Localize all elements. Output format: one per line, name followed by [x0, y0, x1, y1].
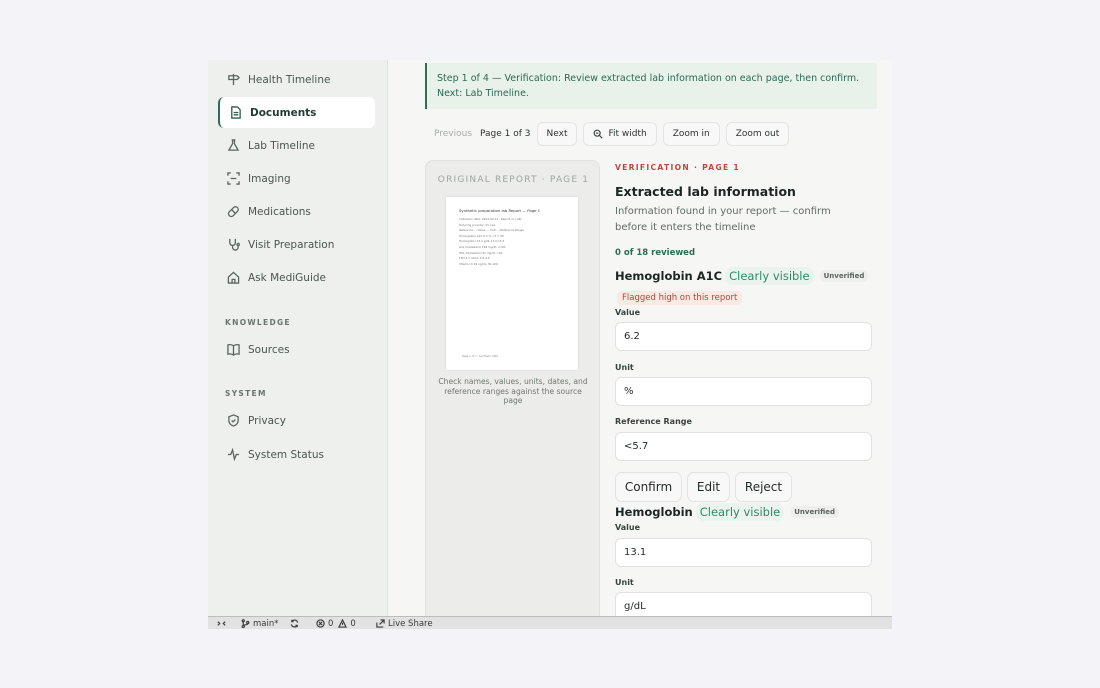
lab-item-header: Hemoglobin A1C Clearly visible Unverifie…: [615, 267, 869, 285]
sidebar-item-label: Imaging: [248, 172, 291, 185]
unit-field[interactable]: %: [615, 377, 872, 406]
zoom-in-button[interactable]: Zoom in: [662, 122, 720, 146]
edit-label: Edit: [696, 480, 721, 494]
step-banner: Step 1 of 4 — Verification: Review extra…: [425, 63, 877, 109]
status-badge: Unverified: [819, 270, 869, 282]
sync-icon[interactable]: [290, 617, 302, 629]
section-label-knowledge: KNOWLEDGE: [225, 318, 291, 327]
paper-footer: Page 1 of 3 · Synthetic data: [462, 355, 498, 358]
report-page-thumbnail[interactable]: Synthetic preparation lab Report — Page …: [446, 197, 578, 370]
verification-panel: VERIFICATION · PAGE 1 Extracted lab info…: [615, 160, 885, 621]
sidebar-item-medications[interactable]: Medications: [218, 196, 375, 227]
paper-line: Vitamin D 24 ng/mL 30-100: [459, 261, 498, 266]
clarity-badge: Clearly visible: [725, 267, 814, 285]
fit-width-button[interactable]: Fit width: [583, 122, 657, 146]
next-page-button[interactable]: Next: [536, 122, 578, 146]
app-window: Health Timeline Documents Lab Timeline I…: [208, 60, 892, 629]
reject-label: Reject: [744, 480, 783, 494]
pill-icon: [227, 205, 240, 218]
status-bar: main* 0 0 Live Share: [208, 616, 892, 629]
range-label: Reference Range: [615, 417, 692, 426]
zoom-out-button[interactable]: Zoom out: [725, 122, 790, 146]
next-label: Next: [546, 129, 568, 139]
unit-label: Unit: [615, 363, 634, 372]
sidebar-item-label: System Status: [248, 448, 324, 461]
review-progress: 0 of 18 reviewed: [615, 248, 696, 258]
confirm-button[interactable]: Confirm: [615, 472, 682, 502]
fit-width-label: Fit width: [608, 129, 647, 139]
status-badge: Unverified: [790, 506, 840, 518]
document-preview-panel: ORIGINAL REPORT · PAGE 1 Synthetic prepa…: [425, 160, 600, 620]
preview-label: ORIGINAL REPORT · PAGE 1: [437, 175, 590, 185]
main-content: Step 1 of 4 — Verification: Review extra…: [389, 60, 892, 621]
paper-title: Synthetic preparation lab Report — Page …: [459, 208, 541, 213]
edit-button[interactable]: Edit: [687, 472, 730, 502]
sidebar-item-system-status[interactable]: System Status: [218, 439, 375, 470]
sidebar-item-documents[interactable]: Documents: [218, 97, 375, 128]
value-field[interactable]: 13.1: [615, 538, 872, 567]
flag-badge: Flagged high on this report: [617, 291, 743, 305]
stethoscope-icon: [227, 238, 240, 251]
sidebar-item-sources[interactable]: Sources: [218, 334, 375, 365]
branch-name: main*: [253, 618, 279, 629]
error-count: 0: [328, 618, 334, 629]
sidebar-item-label: Medications: [248, 205, 311, 218]
value-label: Value: [615, 523, 641, 532]
zoom-out-label: Zoom out: [735, 129, 780, 139]
sidebar: Health Timeline Documents Lab Timeline I…: [208, 60, 388, 616]
warning-icon: [338, 619, 348, 628]
sidebar-item-label: Health Timeline: [248, 73, 331, 86]
preview-hint: Check names, values, units, dates, and r…: [438, 377, 588, 405]
reference-range-field[interactable]: <5.7: [615, 432, 872, 461]
live-share-button[interactable]: Live Share: [376, 617, 433, 629]
sidebar-item-label: Documents: [250, 106, 317, 119]
home-icon: [227, 271, 240, 284]
document-toolbar: Previous Page 1 of 3 Next Fit width Zoom…: [425, 122, 795, 146]
sidebar-item-lab-timeline[interactable]: Lab Timeline: [218, 130, 375, 161]
verification-subtitle: Information found in your report — confi…: [615, 206, 831, 233]
reject-button[interactable]: Reject: [735, 472, 792, 502]
live-share-icon: [376, 619, 385, 628]
sidebar-item-label: Lab Timeline: [248, 139, 315, 152]
sidebar-item-health-timeline[interactable]: Health Timeline: [218, 64, 375, 95]
page-indicator: Page 1 of 3: [480, 129, 531, 139]
clarity-badge: Clearly visible: [695, 503, 785, 521]
live-share-label: Live Share: [388, 618, 433, 629]
warning-count: 0: [350, 618, 356, 629]
error-icon: [316, 619, 325, 628]
sidebar-item-ask-mediguide[interactable]: Ask MediGuide: [218, 262, 375, 293]
activity-icon: [227, 448, 240, 461]
sidebar-item-label: Privacy: [248, 414, 287, 427]
zoom-fit-icon: [594, 129, 604, 139]
sidebar-item-label: Visit Preparation: [248, 238, 335, 251]
scan-icon: [227, 172, 240, 185]
remote-icon[interactable]: [217, 617, 229, 629]
lab-item-header: Hemoglobin Clearly visible Unverified: [615, 503, 840, 521]
problems-indicator[interactable]: 0 0: [316, 617, 356, 629]
zoom-in-label: Zoom in: [672, 129, 710, 139]
previous-page-button[interactable]: Previous: [425, 129, 477, 139]
confirm-label: Confirm: [624, 480, 673, 494]
shield-icon: [227, 414, 240, 427]
sidebar-item-visit-preparation[interactable]: Visit Preparation: [218, 229, 375, 260]
sidebar-item-privacy[interactable]: Privacy: [218, 405, 375, 436]
sidebar-item-imaging[interactable]: Imaging: [218, 163, 375, 194]
unit-label: Unit: [615, 578, 634, 587]
git-branch-icon: [241, 619, 250, 628]
lab-item-name: Hemoglobin: [615, 505, 693, 519]
sidebar-item-label: Sources: [248, 343, 290, 356]
value-label: Value: [615, 308, 641, 317]
sidebar-item-label: Ask MediGuide: [248, 271, 327, 284]
document-icon: [229, 106, 242, 119]
lab-item-name: Hemoglobin A1C: [615, 269, 723, 283]
signpost-icon: [227, 73, 240, 86]
verification-kicker: VERIFICATION · PAGE 1: [615, 163, 740, 172]
book-icon: [227, 343, 240, 356]
branch-indicator[interactable]: main*: [241, 617, 279, 629]
verification-title: Extracted lab information: [615, 184, 796, 199]
section-label-system: SYSTEM: [225, 389, 267, 398]
value-field[interactable]: 6.2: [615, 322, 872, 351]
flask-icon: [227, 139, 240, 152]
